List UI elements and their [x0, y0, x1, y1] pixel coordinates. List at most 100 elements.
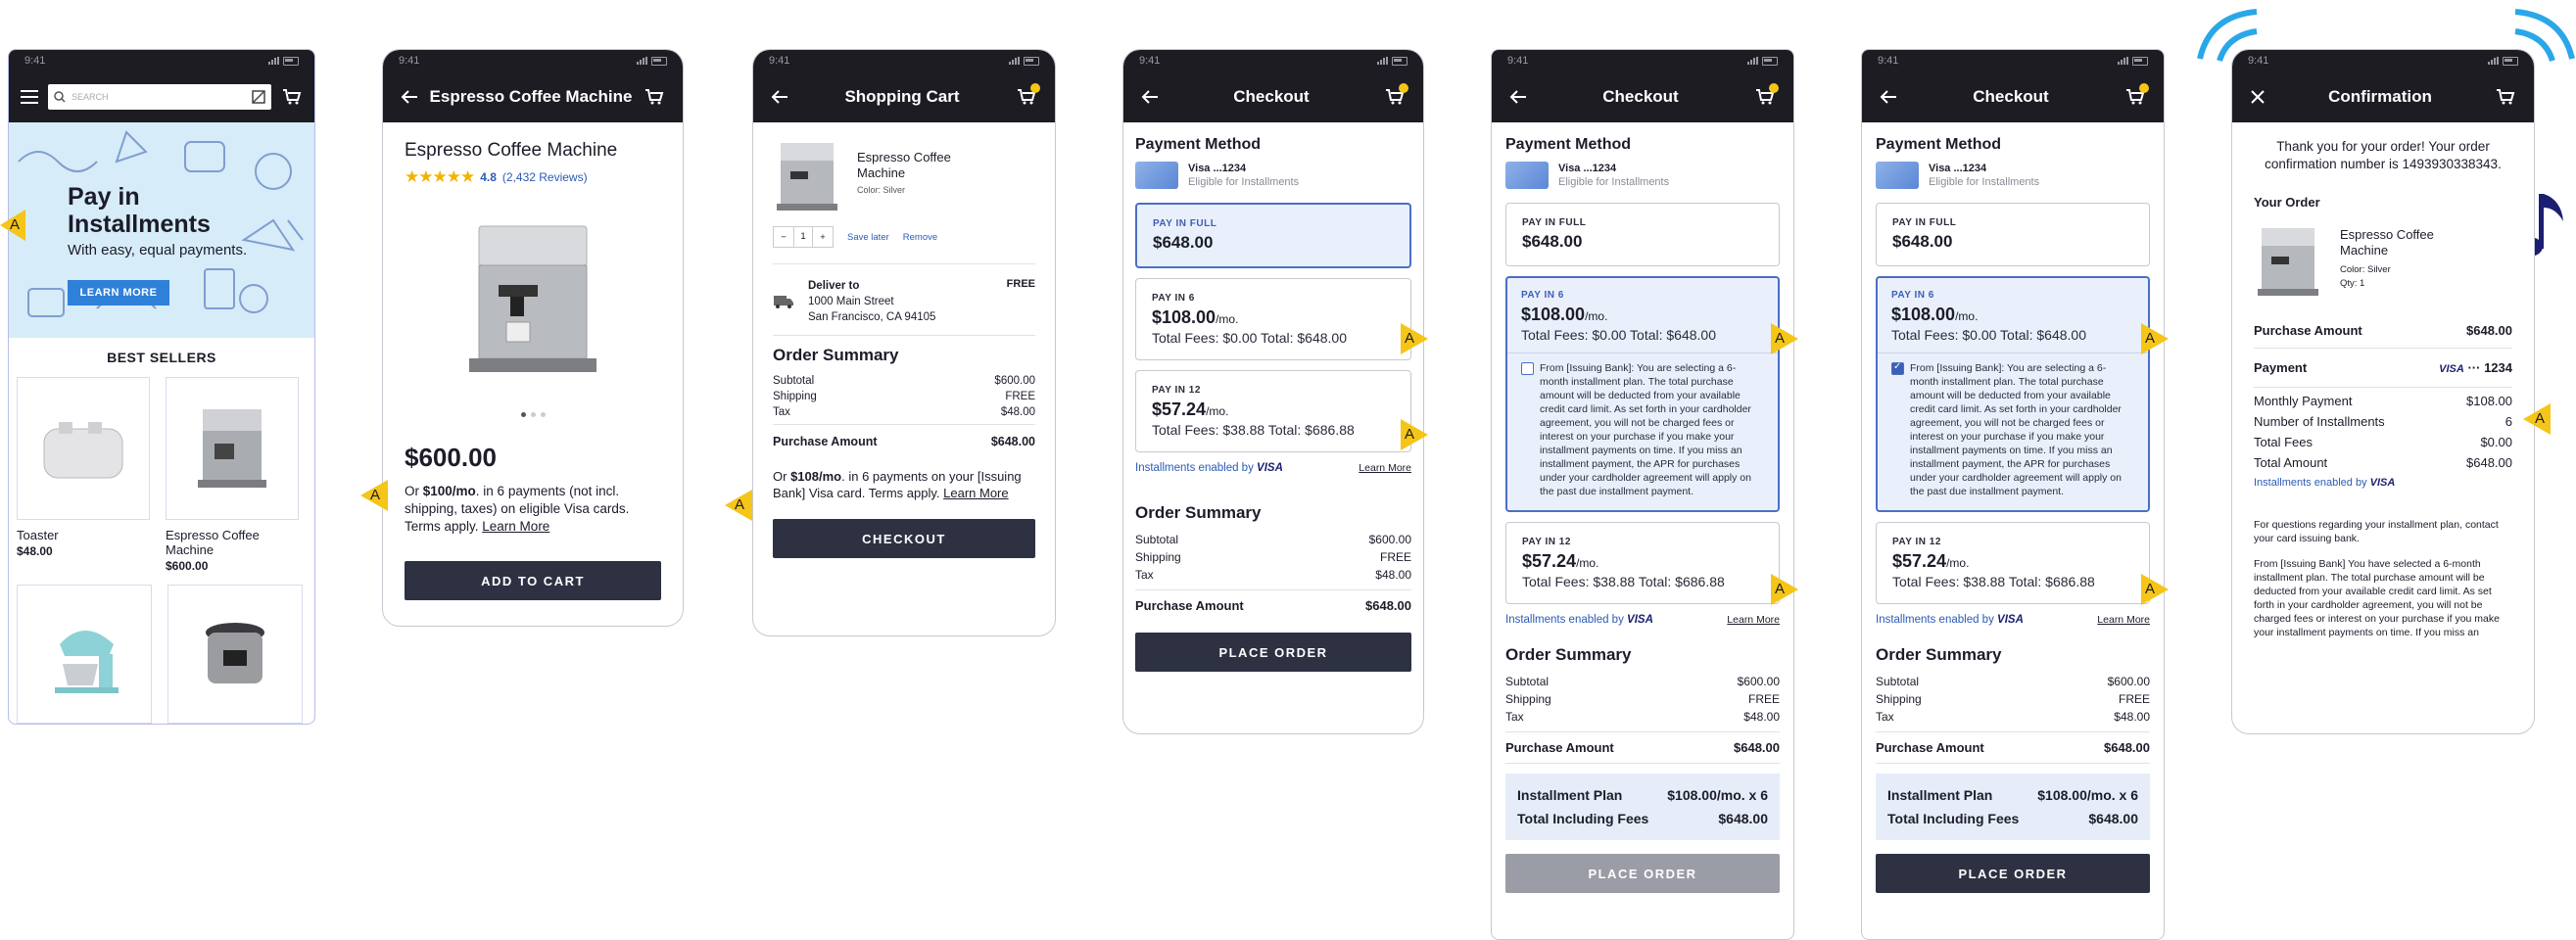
- learn-more-link[interactable]: Learn More: [2097, 614, 2150, 626]
- cart-icon[interactable]: [1384, 83, 1408, 107]
- place-order-button[interactable]: PLACE ORDER: [1876, 854, 2150, 893]
- shopping-cart-screen: 9:41 Shopping Cart Espresso Coffee Machi…: [752, 49, 1056, 636]
- cart-icon[interactable]: [1016, 83, 1040, 107]
- increase-qty-button[interactable]: +: [813, 232, 833, 243]
- payment-method-heading: Payment Method: [1135, 136, 1262, 153]
- annotation-marker: A: [2141, 323, 2169, 354]
- visa-card-icon: [1876, 162, 1919, 189]
- status-time: 9:41: [24, 55, 46, 67]
- add-to-cart-button[interactable]: ADD TO CART: [405, 561, 661, 600]
- rating-value: 4.8: [480, 170, 497, 184]
- product-price: $48.00: [17, 544, 53, 558]
- learn-more-link[interactable]: Learn More: [1359, 462, 1411, 474]
- product-card-espresso[interactable]: Espresso Coffee Machine $600.00: [166, 377, 299, 573]
- reviews-link[interactable]: (2,432 Reviews): [502, 170, 588, 184]
- cart-item-image: [777, 143, 837, 211]
- search-box[interactable]: SEARCH: [48, 84, 271, 110]
- annotation-marker: A: [1401, 323, 1428, 354]
- purchase-amount-row: Purchase Amount $648.00: [773, 435, 1035, 448]
- annotation-marker: A: [1771, 323, 1798, 354]
- terms-text: From [Issuing Bank]: You are selecting a…: [1540, 362, 1751, 497]
- status-bar: 9:41: [9, 50, 314, 71]
- cart-icon[interactable]: [281, 87, 303, 107]
- back-arrow-icon[interactable]: [1509, 90, 1527, 104]
- installment-message: Or $100/mo. in 6 payments (not incl. shi…: [405, 484, 630, 534]
- place-order-button[interactable]: PLACE ORDER: [1505, 854, 1780, 893]
- close-icon[interactable]: [2250, 89, 2266, 105]
- quantity-value: 1: [793, 227, 813, 247]
- visa-card-icon: [1135, 162, 1178, 189]
- confirmation-message: Thank you for your order! Your order con…: [2265, 139, 2502, 171]
- checkout-installment-screen: 9:41 Checkout Payment Method Visa ...123…: [1491, 49, 1794, 940]
- checkout-installment-accepted-screen: 9:41 Checkout Payment Method Visa ...123…: [1861, 49, 2165, 940]
- pay-in-full-option[interactable]: PAY IN FULL $648.00: [1505, 203, 1780, 266]
- pay-in-6-option[interactable]: PAY IN 6 $108.00/mo. Total Fees: $0.00 T…: [1505, 276, 1780, 512]
- checkout-button[interactable]: CHECKOUT: [773, 519, 1035, 558]
- product-image[interactable]: [405, 187, 661, 412]
- decrease-qty-button[interactable]: −: [774, 232, 793, 243]
- checkout-screen: 9:41 Checkout Payment Method Visa ...123…: [1122, 49, 1424, 734]
- barcode-scan-icon[interactable]: [252, 90, 265, 104]
- selected-card[interactable]: Visa ...1234 Eligible for Installments: [1505, 162, 1780, 189]
- learn-more-link[interactable]: Learn More: [482, 519, 549, 534]
- pay-in-12-option[interactable]: PAY IN 12 $57.24/mo. Total Fees: $38.88 …: [1876, 522, 2150, 604]
- product-card-toaster[interactable]: Toaster $48.00: [17, 377, 150, 573]
- search-placeholder: SEARCH: [72, 92, 109, 102]
- selected-card[interactable]: Visa ...1234 Eligible for Installments: [1135, 162, 1411, 189]
- page-title: Checkout: [1602, 87, 1679, 106]
- deliver-to-label: Deliver to: [808, 280, 860, 292]
- product-price: $600.00: [405, 443, 497, 472]
- cart-icon[interactable]: [2495, 87, 2516, 107]
- product-title: Espresso Coffee Machine: [405, 140, 618, 161]
- terms-checkbox[interactable]: [1521, 362, 1534, 375]
- back-arrow-icon[interactable]: [1880, 90, 1897, 104]
- page-title: Shopping Cart: [844, 87, 960, 106]
- questions-note: For questions regarding your installment…: [2254, 519, 2499, 544]
- product-price: $600.00: [166, 559, 209, 573]
- order-item-color: Color: Silver: [2340, 264, 2391, 275]
- order-summary-heading: Order Summary: [773, 346, 899, 364]
- cart-icon[interactable]: [1754, 83, 1779, 107]
- product-name: Espresso Coffee Machine: [166, 528, 260, 557]
- place-order-button[interactable]: PLACE ORDER: [1135, 633, 1411, 672]
- your-order-heading: Your Order: [2254, 195, 2320, 210]
- learn-more-link[interactable]: Learn More: [1727, 614, 1780, 626]
- annotation-marker: A: [725, 490, 752, 521]
- order-item-image: [2258, 228, 2318, 296]
- pressure-cooker-image: [206, 623, 264, 683]
- installment-plan-summary: Installment Plan $108.00/mo. x 6 Total In…: [1505, 774, 1780, 840]
- annotation-marker: A: [1771, 574, 1798, 605]
- selected-card[interactable]: Visa ...1234 Eligible for Installments: [1876, 162, 2150, 189]
- pay-in-full-option[interactable]: PAY IN FULL $648.00: [1876, 203, 2150, 266]
- pay-in-6-option[interactable]: PAY IN 6 $108.00/mo. Total Fees: $0.00 T…: [1876, 276, 2150, 512]
- pay-in-6-option[interactable]: PAY IN 6 $108.00/mo. Total Fees: $0.00 T…: [1135, 278, 1411, 360]
- cart-icon[interactable]: [2124, 83, 2149, 107]
- banner-subtitle: With easy, equal payments.: [68, 242, 248, 258]
- learn-more-button[interactable]: LEARN MORE: [68, 280, 169, 306]
- save-later-link[interactable]: Save later: [847, 232, 889, 243]
- page-title: Confirmation: [2328, 87, 2432, 106]
- pay-in-12-option[interactable]: PAY IN 12 $57.24/mo. Total Fees: $38.88 …: [1135, 370, 1411, 452]
- back-arrow-icon[interactable]: [401, 90, 418, 104]
- pay-in-full-option[interactable]: PAY IN FULL $648.00: [1135, 203, 1411, 268]
- pay-in-12-option[interactable]: PAY IN 12 $57.24/mo. Total Fees: $38.88 …: [1505, 522, 1780, 604]
- learn-more-link[interactable]: Learn More: [943, 486, 1008, 500]
- order-item-qty: Qty: 1: [2340, 278, 2365, 289]
- product-card-pressure-cooker[interactable]: [167, 585, 303, 724]
- annotation-marker: A: [360, 480, 388, 511]
- address-line-2: San Francisco, CA 94105: [808, 311, 936, 323]
- quantity-stepper[interactable]: − 1 +: [773, 226, 834, 248]
- product-card-mixer[interactable]: [17, 585, 152, 724]
- back-arrow-icon[interactable]: [771, 90, 788, 104]
- annotation-marker: A: [0, 210, 25, 241]
- cart-icon[interactable]: [644, 87, 665, 107]
- terms-checkbox[interactable]: [1891, 360, 1904, 375]
- banner-title: Pay in Installments: [68, 183, 211, 238]
- back-arrow-icon[interactable]: [1141, 90, 1159, 104]
- visa-card-icon: [1505, 162, 1549, 189]
- truck-icon: [773, 278, 794, 325]
- terms-text: From [Issuing Bank]: You are selecting a…: [1910, 362, 2122, 497]
- remove-link[interactable]: Remove: [903, 232, 937, 243]
- carousel-dots[interactable]: [405, 412, 661, 417]
- menu-icon[interactable]: [21, 90, 38, 104]
